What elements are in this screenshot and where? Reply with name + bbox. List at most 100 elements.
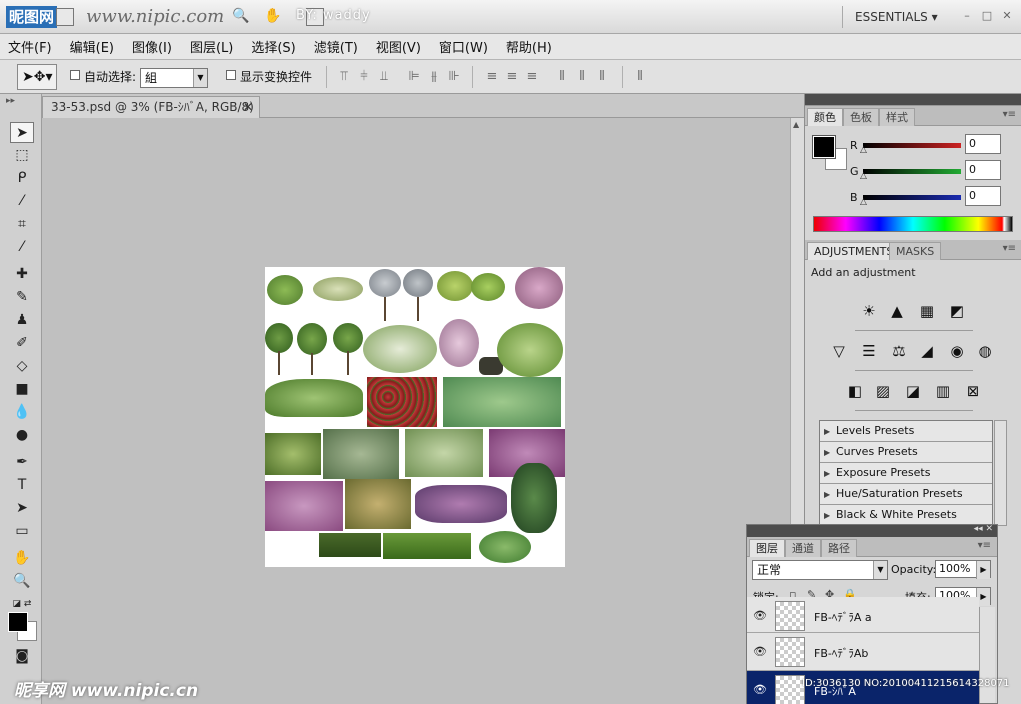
panel-menu-icon[interactable]: ▾≡ [978, 540, 991, 551]
pen-tool-icon[interactable]: ✒ [10, 452, 34, 473]
lasso-tool-icon[interactable]: ᑭ [10, 168, 34, 189]
photo-filter-icon[interactable]: ◉ [945, 340, 969, 362]
show-transform-checkbox[interactable] [226, 70, 236, 80]
black-white-icon[interactable]: ◢ [915, 340, 939, 362]
document-canvas[interactable] [265, 267, 565, 567]
r-channel-slider[interactable] [863, 143, 961, 148]
auto-align-icon[interactable]: ⦀ [632, 69, 648, 85]
distribute-vcenter-icon[interactable]: ≡ [504, 69, 520, 85]
gradient-map-icon[interactable]: ▥ [931, 380, 955, 402]
levels-icon[interactable]: ▲ [885, 300, 909, 322]
brightness-contrast-icon[interactable]: ☀ [857, 300, 881, 322]
marquee-tool-icon[interactable]: ⬚ [10, 145, 34, 166]
arrow-right-icon[interactable]: ▶ [976, 561, 990, 579]
b-channel-slider[interactable] [863, 195, 961, 200]
close-icon[interactable]: ✕ [243, 97, 253, 117]
g-channel-input[interactable]: 0 [965, 160, 1001, 180]
posterize-icon[interactable]: ▨ [871, 380, 895, 402]
align-top-icon[interactable]: ⫪ [336, 69, 352, 85]
tab-channels[interactable]: 通道 [785, 539, 821, 557]
blend-mode-dropdown[interactable]: 正常 ▼ [752, 560, 888, 580]
align-right-icon[interactable]: ⊪ [446, 69, 462, 85]
g-slider-handle-icon[interactable]: △ [860, 171, 867, 181]
distribute-bottom-icon[interactable]: ≡ [524, 69, 540, 85]
preset-item[interactable]: ▶ Levels Presets [820, 421, 992, 442]
preset-item[interactable]: ▶ Hue/Saturation Presets [820, 484, 992, 505]
align-hcenter-icon[interactable]: ⫵ [426, 69, 442, 85]
quick-mask-icon[interactable]: ◙ [10, 646, 34, 667]
auto-select-dropdown[interactable]: 組 ▼ [140, 68, 208, 88]
scroll-up-icon[interactable]: ▲ [793, 120, 799, 129]
align-vcenter-icon[interactable]: ⫩ [356, 69, 372, 85]
document-tab[interactable]: 33-53.psd @ 3% (FB-ｼﾊﾞA, RGB/8) ✕ [42, 96, 260, 118]
auto-select-checkbox[interactable] [70, 70, 80, 80]
menu-help[interactable]: 帮助(H) [506, 37, 552, 56]
menu-image[interactable]: 图像(I) [132, 37, 172, 56]
tab-swatches[interactable]: 色板 [843, 108, 879, 126]
menu-select[interactable]: 选择(S) [251, 37, 295, 56]
type-tool-icon[interactable]: T [10, 475, 34, 496]
r-slider-handle-icon[interactable]: △ [860, 145, 867, 155]
distribute-top-icon[interactable]: ≡ [484, 69, 500, 85]
menu-file[interactable]: 文件(F) [8, 37, 52, 56]
exposure-icon[interactable]: ◩ [945, 300, 969, 322]
layer-row[interactable]: 👁 FB-ﾍﾃﾞﾗA a [747, 597, 979, 633]
b-slider-handle-icon[interactable]: △ [860, 197, 867, 207]
zoom-tool-icon[interactable]: 🔍 [10, 571, 34, 592]
eyedropper-tool-icon[interactable]: ⁄ [10, 237, 34, 258]
healing-brush-tool-icon[interactable]: ✚ [10, 264, 34, 285]
channel-mixer-icon[interactable]: ◍ [973, 340, 997, 362]
layers-panel-handle[interactable]: ◂◂ ✕ [747, 524, 997, 537]
align-bottom-icon[interactable]: ⫫ [376, 69, 392, 85]
preset-item[interactable]: ▶ Black & White Presets [820, 505, 992, 525]
preset-item[interactable]: ▶ Curves Presets [820, 442, 992, 463]
gradient-tool-icon[interactable]: ■ [10, 379, 34, 400]
tab-masks[interactable]: MASKS [889, 242, 942, 260]
preset-item[interactable]: ▶ Exposure Presets [820, 463, 992, 484]
threshold-icon[interactable]: ◪ [901, 380, 925, 402]
move-tool-icon[interactable]: ➤ [10, 122, 34, 143]
color-panel-foreground-swatch[interactable] [812, 135, 836, 159]
collapse-icon[interactable]: ◂◂ ✕ [974, 524, 993, 534]
visibility-eye-icon[interactable]: 👁 [753, 609, 767, 622]
history-brush-tool-icon[interactable]: ✐ [10, 333, 34, 354]
menu-layer[interactable]: 图层(L) [190, 37, 233, 56]
distribute-hcenter-icon[interactable]: ⦀ [574, 69, 590, 85]
clone-stamp-tool-icon[interactable]: ♟ [10, 310, 34, 331]
color-spectrum-bar[interactable] [813, 216, 1013, 232]
eraser-tool-icon[interactable]: ◇ [10, 356, 34, 377]
maximize-button[interactable]: □ [980, 9, 994, 23]
visibility-eye-icon[interactable]: 👁 [753, 683, 767, 696]
close-button[interactable]: ✕ [1000, 9, 1014, 23]
visibility-eye-icon[interactable]: 👁 [753, 645, 767, 658]
hand-icon[interactable]: ✋ [264, 8, 282, 26]
r-channel-input[interactable]: 0 [965, 134, 1001, 154]
tool-preset-picker[interactable]: ➤✥▾ [17, 64, 57, 90]
path-selection-tool-icon[interactable]: ➤ [10, 498, 34, 519]
blur-tool-icon[interactable]: 💧 [10, 402, 34, 423]
panel-menu-icon[interactable]: ▾≡ [1003, 109, 1016, 120]
foreground-color-swatch[interactable] [8, 612, 28, 632]
presets-scrollbar[interactable] [994, 420, 1007, 526]
b-channel-input[interactable]: 0 [965, 186, 1001, 206]
minimize-button[interactable]: – [960, 9, 974, 23]
tab-adjustments[interactable]: ADJUSTMENTS [807, 242, 901, 260]
tab-color[interactable]: 颜色 [807, 108, 843, 126]
workspace-switcher[interactable]: ESSENTIALS ▾ [842, 6, 952, 28]
selective-color-icon[interactable]: ⊠ [961, 380, 985, 402]
opacity-input[interactable]: 100% ▶ [935, 560, 991, 579]
menu-window[interactable]: 窗口(W) [439, 37, 488, 56]
zoom-icon[interactable]: 🔍 [232, 8, 250, 26]
tab-layers[interactable]: 图层 [749, 539, 785, 557]
hand-tool-icon[interactable]: ✋ [10, 548, 34, 569]
vibrance-icon[interactable]: ▽ [827, 340, 851, 362]
color-balance-icon[interactable]: ⚖ [887, 340, 911, 362]
g-channel-slider[interactable] [863, 169, 961, 174]
distribute-left-icon[interactable]: ⦀ [554, 69, 570, 85]
distribute-right-icon[interactable]: ⦀ [594, 69, 610, 85]
tab-paths[interactable]: 路径 [821, 539, 857, 557]
collapse-icon[interactable]: ▸▸ [6, 96, 15, 106]
panel-menu-icon[interactable]: ▾≡ [1003, 243, 1016, 254]
dock-handle[interactable] [805, 94, 1021, 106]
dodge-tool-icon[interactable]: ● [10, 425, 34, 446]
